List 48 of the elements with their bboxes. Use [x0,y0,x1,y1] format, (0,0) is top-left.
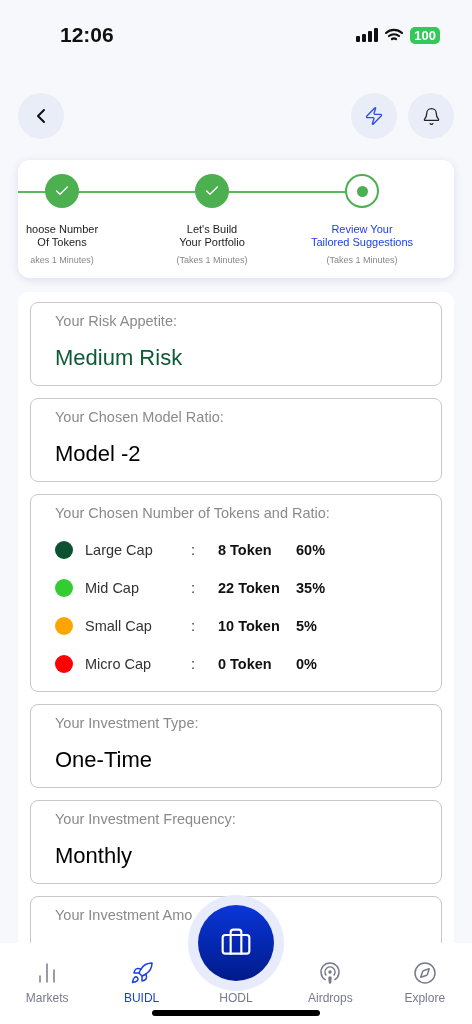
card-value: Model -2 [55,441,142,467]
token-ratio: 60% [296,542,327,558]
nav-tab[interactable]: BUIDL [101,961,182,1005]
card-value: Monthly [55,843,134,869]
status-time: 12:06 [60,23,114,47]
step-duration: (Takes 1 Minutes) [326,255,398,265]
compass-icon [412,961,437,985]
token-count: 10 Token [218,618,281,634]
step-duration: (Takes 1 Minutes) [176,255,248,265]
token-category: Small Cap [85,618,153,634]
separator: : [191,618,197,634]
nav-tab[interactable]: HODL [195,991,276,1005]
signal-icon [356,28,379,42]
token-category: Mid Cap [85,580,140,596]
battery-level: 100 [410,26,440,44]
token-ratio: 5% [296,618,318,634]
step-duration: akes 1 Minutes) [30,255,94,265]
card-value: Medium Risk [55,345,184,371]
token-ratio: 0% [296,656,318,672]
token-ratio: 35% [296,580,327,596]
nav-tab[interactable]: Airdrops [290,961,371,1005]
card-label: Your Investment Frequency: [55,811,237,827]
step-title: Review Your Tailored Suggestions [310,223,414,249]
nav-tab[interactable]: Explore [384,961,465,1005]
token-count: 0 Token [218,656,273,672]
card-label: Your Investment Type: [55,715,200,731]
podcast-icon [318,961,343,985]
token-count: 8 Token [218,542,273,558]
card-label: Your Chosen Model Ratio: [55,409,225,425]
wifi-icon [385,28,404,42]
separator: : [191,542,197,558]
token-category: Micro Cap [85,656,153,672]
card-label: Your Investment Amo [55,907,194,923]
bell-icon [421,106,441,126]
lightning-button[interactable] [351,93,397,139]
nav-tab[interactable]: Markets [7,961,88,1005]
step-title: Let's Build Your Portfolio [179,223,245,249]
card-value: One-Time [55,747,153,773]
separator: : [191,656,197,672]
rocket-icon [129,961,154,985]
separator: : [191,580,197,596]
step-title: hoose Number Of Tokens [25,223,99,249]
notifications-button[interactable] [408,93,454,139]
token-category: Large Cap [85,542,154,558]
card-label: Your Chosen Number of Tokens and Ratio: [55,505,331,521]
card-label: Your Risk Appetite: [55,313,178,329]
token-count: 22 Token [218,580,281,596]
lightning-icon [364,106,384,126]
